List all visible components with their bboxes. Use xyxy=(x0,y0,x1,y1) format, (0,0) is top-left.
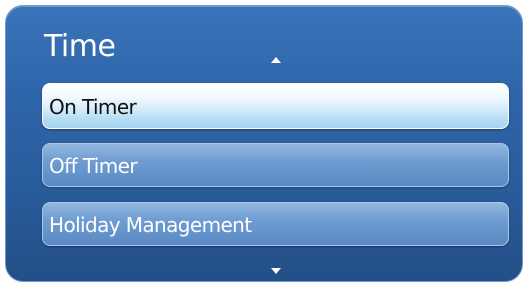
menu-item-label: On Timer xyxy=(49,95,137,119)
menu-title: Time xyxy=(44,29,116,64)
time-menu-panel: Time On Timer Off Timer Holiday Manageme… xyxy=(5,5,523,282)
menu-item-off-timer[interactable]: Off Timer xyxy=(42,143,509,187)
menu-item-label: Off Timer xyxy=(49,154,138,178)
menu-item-on-timer[interactable]: On Timer xyxy=(42,83,509,129)
menu-item-holiday-management[interactable]: Holiday Management xyxy=(42,202,509,246)
menu-item-label: Holiday Management xyxy=(49,213,252,237)
scroll-up-icon[interactable] xyxy=(271,57,281,63)
scroll-down-icon[interactable] xyxy=(271,268,281,274)
